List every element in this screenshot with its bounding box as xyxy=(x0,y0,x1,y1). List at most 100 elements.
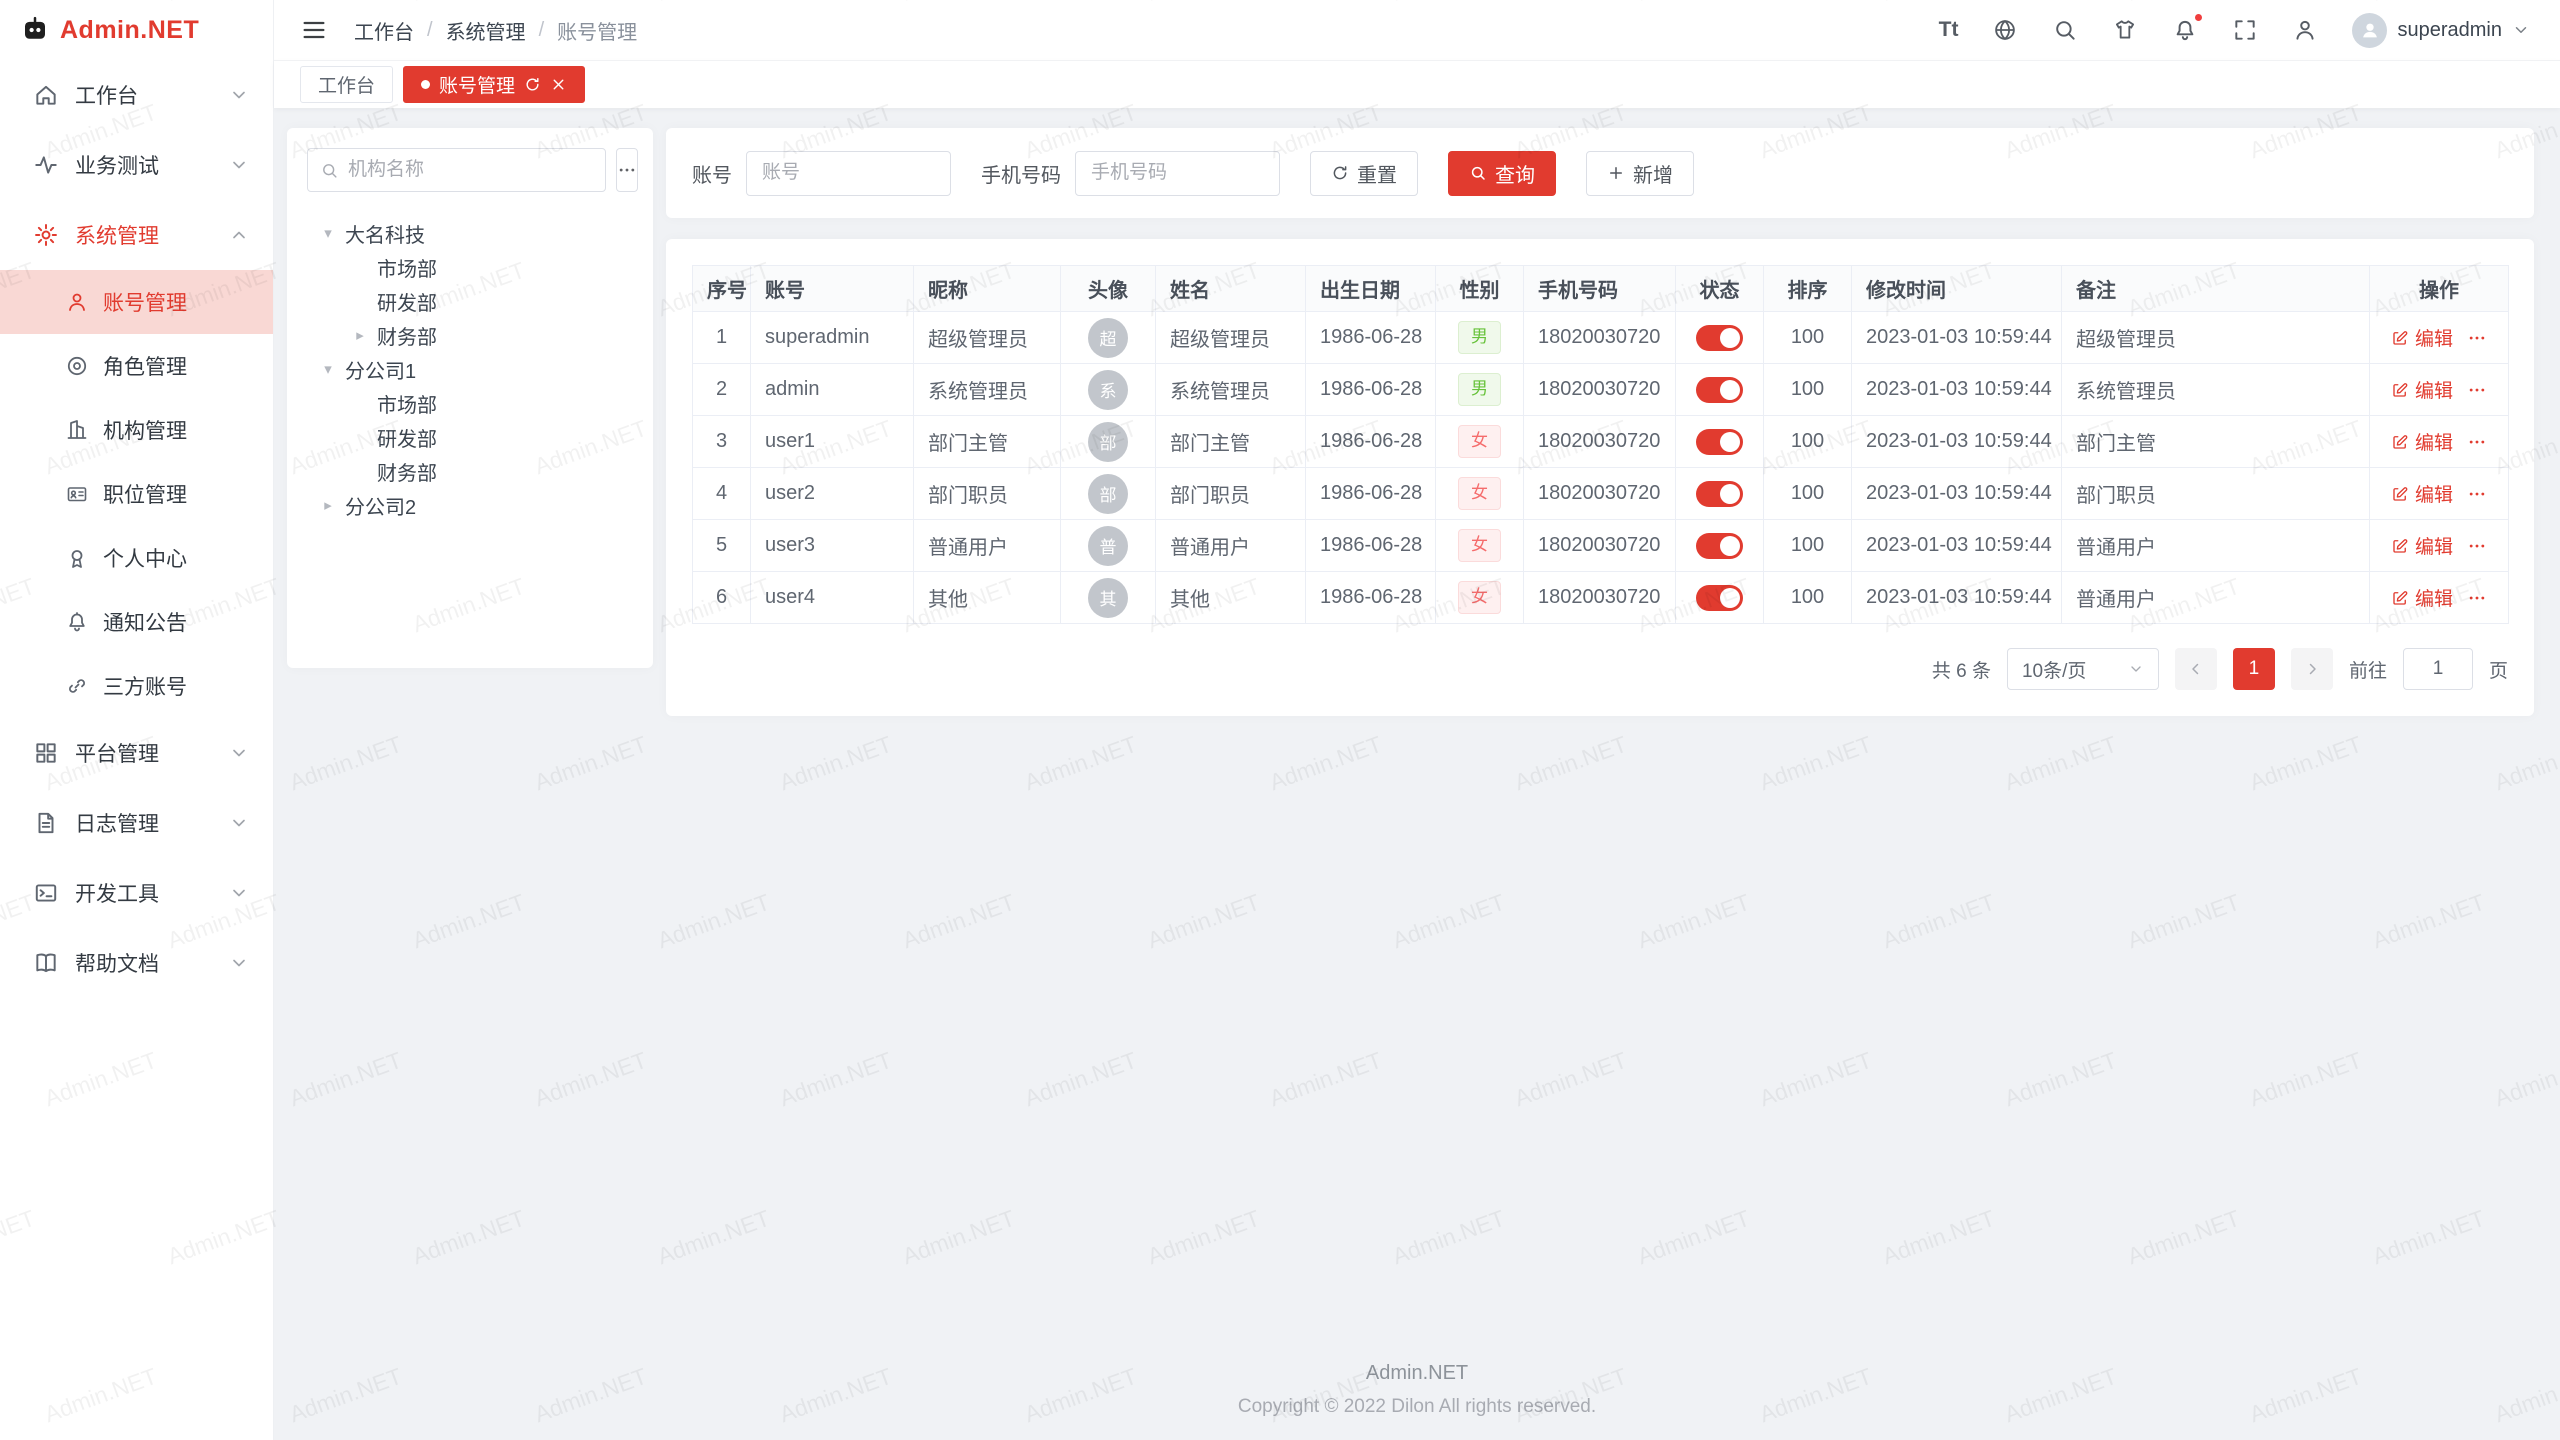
hamburger-menu-icon[interactable] xyxy=(300,16,328,44)
close-icon[interactable] xyxy=(550,76,567,93)
font-size-icon[interactable]: Tt xyxy=(1939,17,1959,43)
tab-workbench[interactable]: 工作台 xyxy=(300,66,393,103)
tab-account-management[interactable]: 账号管理 xyxy=(403,66,585,103)
edit-button[interactable]: 编辑 xyxy=(2391,480,2453,507)
search-icon[interactable] xyxy=(2052,17,2078,43)
cell-birth: 1986-06-28 xyxy=(1306,572,1436,624)
sidebar-item-platform-management[interactable]: 平台管理 xyxy=(0,718,273,788)
edit-button[interactable]: 编辑 xyxy=(2391,584,2453,611)
row-more-button[interactable] xyxy=(2467,536,2487,556)
tree-node[interactable]: ▾大名科技 xyxy=(307,216,633,250)
next-page-button[interactable] xyxy=(2291,648,2333,690)
tree-node[interactable]: ▸ 分公司2 xyxy=(307,488,633,522)
goto-page-input[interactable] xyxy=(2403,648,2473,690)
sidebar-item-post-management[interactable]: 职位管理 xyxy=(0,462,273,526)
chevron-down-icon xyxy=(229,813,249,833)
sidebar-item-business-test[interactable]: 业务测试 xyxy=(0,130,273,200)
cell-order: 100 xyxy=(1764,468,1852,520)
account-input[interactable] xyxy=(746,151,951,196)
breadcrumb-item[interactable]: 系统管理 xyxy=(446,16,526,45)
tree-node-label: 研发部 xyxy=(377,287,437,316)
caret-down-icon[interactable]: ▾ xyxy=(319,226,337,241)
sidebar-item-notice-management[interactable]: 通知公告 xyxy=(0,590,273,654)
refresh-icon[interactable] xyxy=(524,76,541,93)
row-more-button[interactable] xyxy=(2467,484,2487,504)
sidebar-item-log-management[interactable]: 日志管理 xyxy=(0,788,273,858)
tree-node[interactable]: ▸研发部 xyxy=(307,420,633,454)
grid-icon xyxy=(33,740,59,766)
sidebar-item-dev-tools[interactable]: 开发工具 xyxy=(0,858,273,928)
sidebar-item-thirdparty-accounts[interactable]: 三方账号 xyxy=(0,654,273,718)
tree-node-label: 分公司2 xyxy=(345,491,416,520)
edit-icon xyxy=(2391,589,2409,607)
tree-node[interactable]: ▸市场部 xyxy=(307,386,633,420)
theme-icon[interactable] xyxy=(2112,17,2138,43)
cell-status xyxy=(1676,468,1764,520)
tree-node[interactable]: ▸研发部 xyxy=(307,284,633,318)
caret-right-icon[interactable]: ▸ xyxy=(319,498,337,513)
sidebar-item-role-management[interactable]: 角色管理 xyxy=(0,334,273,398)
caret-right-icon[interactable]: ▸ xyxy=(351,328,369,343)
language-icon[interactable] xyxy=(1992,17,2018,43)
gender-badge: 女 xyxy=(1458,477,1501,509)
row-more-button[interactable] xyxy=(2467,432,2487,452)
sidebar-item-system-management[interactable]: 系统管理 xyxy=(0,200,273,270)
tree-node[interactable]: ▸财务部 xyxy=(307,318,633,352)
sidebar-item-org-management[interactable]: 机构管理 xyxy=(0,398,273,462)
ellipsis-icon xyxy=(2467,328,2487,348)
edit-button[interactable]: 编辑 xyxy=(2391,376,2453,403)
row-more-button[interactable] xyxy=(2467,380,2487,400)
status-toggle[interactable] xyxy=(1696,533,1743,559)
caret-down-icon[interactable]: ▾ xyxy=(319,362,337,377)
sidebar-item-label: 机构管理 xyxy=(103,415,187,445)
breadcrumb-item[interactable]: 工作台 xyxy=(354,16,414,45)
chevron-down-icon xyxy=(229,85,249,105)
main-area: 工作台 / 系统管理 / 账号管理 Tt superadmin xyxy=(274,0,2560,1440)
page-number-button[interactable]: 1 xyxy=(2233,648,2275,690)
cell-birth: 1986-06-28 xyxy=(1306,520,1436,572)
org-tree-panel: ▾大名科技 ▸市场部 ▸研发部 ▸财务部 ▾分公司1 ▸市场部 ▸研发部 ▸财务… xyxy=(287,128,653,668)
status-toggle[interactable] xyxy=(1696,429,1743,455)
page-size-select[interactable]: 10条/页 xyxy=(2007,648,2159,690)
phone-label: 手机号码 xyxy=(981,159,1061,188)
cell-modified: 2023-01-03 10:59:44 xyxy=(1852,416,2062,468)
sidebar-item-account-management[interactable]: 账号管理 xyxy=(0,270,273,334)
query-button[interactable]: 查询 xyxy=(1448,151,1556,196)
edit-button[interactable]: 编辑 xyxy=(2391,324,2453,351)
org-search-input[interactable] xyxy=(348,159,593,181)
tree-node[interactable]: ▸财务部 xyxy=(307,454,633,488)
cell-account: user1 xyxy=(751,416,914,468)
tree-node[interactable]: ▸市场部 xyxy=(307,250,633,284)
sidebar-item-label: 开发工具 xyxy=(75,878,213,908)
reset-button[interactable]: 重置 xyxy=(1310,151,1418,196)
notification-icon[interactable] xyxy=(2172,17,2198,43)
tree-more-button[interactable] xyxy=(616,148,638,192)
filter-bar: 账号 手机号码 重置 查询 xyxy=(666,128,2534,218)
sidebar-item-help-docs[interactable]: 帮助文档 xyxy=(0,928,273,998)
sidebar-item-profile-center[interactable]: 个人中心 xyxy=(0,526,273,590)
tree-node[interactable]: ▾分公司1 xyxy=(307,352,633,386)
user-menu[interactable]: superadmin xyxy=(2352,13,2530,48)
status-toggle[interactable] xyxy=(1696,481,1743,507)
user-icon[interactable] xyxy=(2292,17,2318,43)
fullscreen-icon[interactable] xyxy=(2232,17,2258,43)
table-row: 4 user2 部门职员 部 部门职员 1986-06-28 女 1802003… xyxy=(693,468,2509,520)
cell-nickname: 部门主管 xyxy=(914,416,1061,468)
status-toggle[interactable] xyxy=(1696,377,1743,403)
add-button[interactable]: 新增 xyxy=(1586,151,1694,196)
cell-phone: 18020030720 xyxy=(1524,520,1676,572)
status-toggle[interactable] xyxy=(1696,585,1743,611)
edit-button[interactable]: 编辑 xyxy=(2391,428,2453,455)
app-logo[interactable]: Admin.NET xyxy=(0,0,273,60)
row-more-button[interactable] xyxy=(2467,588,2487,608)
phone-input[interactable] xyxy=(1075,151,1280,196)
breadcrumb-separator: / xyxy=(539,19,545,42)
cell-account: superadmin xyxy=(751,312,914,364)
row-more-button[interactable] xyxy=(2467,328,2487,348)
gender-badge: 女 xyxy=(1458,581,1501,613)
edit-button[interactable]: 编辑 xyxy=(2391,532,2453,559)
sidebar-item-workbench[interactable]: 工作台 xyxy=(0,60,273,130)
status-toggle[interactable] xyxy=(1696,325,1743,351)
chevron-up-icon xyxy=(229,225,249,245)
prev-page-button[interactable] xyxy=(2175,648,2217,690)
